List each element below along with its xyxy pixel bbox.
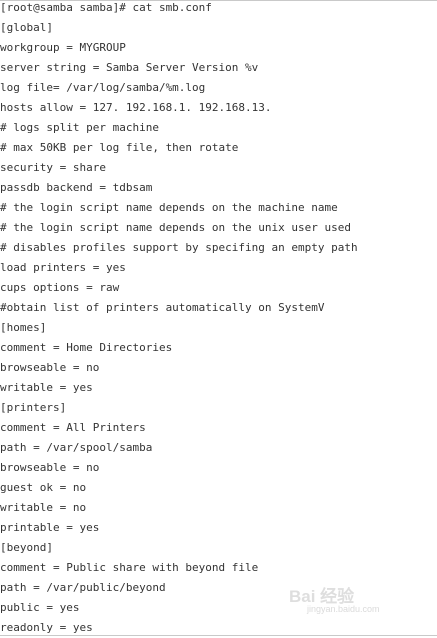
terminal-output: [root@samba samba]# cat smb.conf [global…	[0, 0, 437, 636]
terminal-line: browseable = no	[0, 461, 100, 474]
terminal-line: path = /var/spool/samba	[0, 441, 153, 454]
terminal-line: # logs split per machine	[0, 121, 159, 134]
terminal-line: printable = yes	[0, 521, 100, 534]
terminal-line: writable = yes	[0, 381, 93, 394]
terminal-line: [beyond]	[0, 541, 53, 554]
terminal-line: comment = Home Directories	[0, 341, 173, 354]
terminal-line: [printers]	[0, 401, 67, 414]
terminal-line: [root@samba samba]# cat smb.conf	[0, 1, 212, 14]
terminal-line: cups options = raw	[0, 281, 120, 294]
terminal-line: server string = Samba Server Version %v	[0, 61, 259, 74]
terminal-line: guest ok = no	[0, 481, 87, 494]
terminal-line: security = share	[0, 161, 106, 174]
terminal-line: #obtain list of printers automatically o…	[0, 301, 325, 314]
terminal-line: workgroup = MYGROUP	[0, 41, 126, 54]
terminal-line: public = yes	[0, 601, 80, 614]
terminal-line: [global]	[0, 21, 53, 34]
terminal-line: browseable = no	[0, 361, 100, 374]
terminal-line: load printers = yes	[0, 261, 126, 274]
terminal-line: [homes]	[0, 321, 47, 334]
terminal-line: # max 50KB per log file, then rotate	[0, 141, 239, 154]
terminal-line: log file= /var/log/samba/%m.log	[0, 81, 206, 94]
terminal-line: comment = Public share with beyond file	[0, 561, 259, 574]
terminal-line: comment = All Printers	[0, 421, 146, 434]
terminal-line: hosts allow = 127. 192.168.1. 192.168.13…	[0, 101, 272, 114]
terminal-line: # the login script name depends on the m…	[0, 201, 338, 214]
terminal-line: passdb backend = tdbsam	[0, 181, 153, 194]
terminal-line: path = /var/public/beyond	[0, 581, 166, 594]
terminal-line: writable = no	[0, 501, 87, 514]
terminal-line: # the login script name depends on the u…	[0, 221, 351, 234]
terminal-line: # disables profiles support by specifing…	[0, 241, 358, 254]
terminal-line: readonly = yes	[0, 621, 93, 634]
